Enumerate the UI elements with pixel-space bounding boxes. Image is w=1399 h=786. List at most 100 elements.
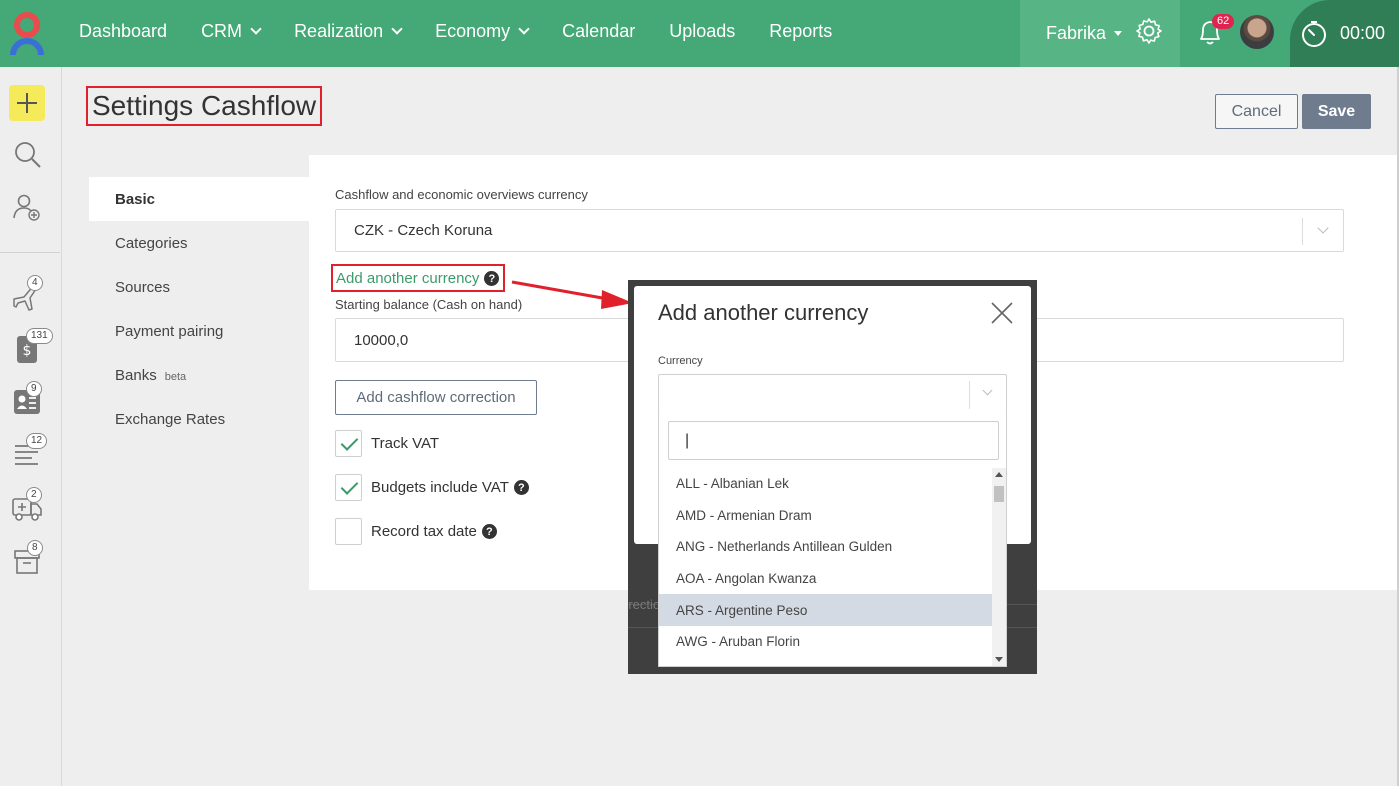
nav-item-label: Dashboard [79,20,168,41]
currency-dropdown: | ALL - Albanian Lek AMD - Armenian Dram A… [658,413,1007,667]
save-button[interactable]: Save [1302,94,1371,129]
settings-menu-item-sources[interactable]: Sources [89,265,309,309]
starting-balance-label: Starting balance (Cash on hand) [335,297,523,312]
add-new-button[interactable] [9,85,45,121]
vehicle-badge: 2 [26,487,42,503]
user-avatar[interactable] [1240,15,1274,49]
plus-icon [17,93,37,113]
settings-menu-label: Categories [115,234,188,252]
chevron-down-icon [518,22,530,35]
timer-value: 00:00 [1340,23,1386,43]
currency-option[interactable]: AWG - Aruban Florin [659,626,992,658]
checkbox-row-budgets-include-vat: Budgets include VAT? [335,474,529,501]
close-icon[interactable] [989,300,1015,326]
notification-badge: 62 [1212,14,1235,29]
currency-option[interactable]: ANG - Netherlands Antillean Gulden [659,531,992,563]
checkbox[interactable] [335,430,362,457]
nav-item-label: CRM [201,20,243,41]
currency-option[interactable]: ARS - Argentine Peso [659,594,992,626]
plane-badge: 4 [27,275,43,291]
add-cashflow-correction-button[interactable]: Add cashflow correction [335,380,537,415]
checkbox[interactable] [335,518,362,545]
nav-item-calendar[interactable]: Calendar [545,21,652,42]
settings-menu-label: Basic [115,190,156,208]
chevron-down-icon [982,385,993,396]
checkbox-label: Record tax date [371,523,477,540]
nav-item-label: Reports [769,20,833,41]
nav-item-label: Economy [435,20,511,41]
currency-select[interactable]: CZK - Czech Koruna [335,209,1344,252]
currency-search-value: | [685,431,690,449]
nav-item-label: Uploads [669,20,736,41]
add-another-currency-link[interactable]: Add another currency ? [331,264,506,292]
nav-item-label: Calendar [562,20,636,41]
modal-title: Add another currency [658,300,869,325]
nav-item-crm[interactable]: CRM [184,21,277,42]
chevron-down-icon [1317,222,1329,234]
annotation-arrow [511,280,633,309]
task-list-badge: 12 [26,433,48,449]
nav-item-label: Realization [294,20,384,41]
page-title: Settings Cashflow [86,86,323,126]
settings-menu-label: Payment pairing [115,322,224,340]
top-navigation-bar: Dashboard CRM Realization Economy Calendar Up… [0,0,1399,67]
nav-item-dashboard[interactable]: Dashboard [62,21,184,42]
chevron-down-icon [391,22,403,35]
background-fragment: rrectio [628,597,661,612]
settings-menu-item-basic[interactable]: Basic [89,177,309,221]
gear-icon[interactable] [1134,16,1164,46]
modal-currency-select[interactable] [658,374,1007,414]
checkbox-row-record-tax-date: Record tax date? [335,518,497,545]
sidebar-divider [0,252,60,253]
help-icon[interactable]: ? [513,480,529,495]
scroll-thumb[interactable] [994,486,1004,502]
left-sidebar: 4 $ 131 9 12 2 8 [0,67,62,786]
checkbox[interactable] [335,474,362,501]
app-logo-icon[interactable] [10,11,44,55]
help-icon[interactable]: ? [481,524,497,539]
currency-option[interactable]: AMD - Armenian Dram [659,500,992,532]
scroll-down-icon[interactable] [995,657,1003,662]
archive-badge: 8 [27,540,43,556]
timer-widget[interactable]: 00:00 [1290,0,1399,67]
main-nav: Dashboard CRM Realization Economy Calendar Up… [62,0,849,62]
currency-select-value: CZK - Czech Koruna [354,222,493,239]
scroll-up-icon[interactable] [995,472,1003,477]
modal-currency-label: Currency [658,355,703,367]
settings-menu-item-banks[interactable]: Banks beta [89,353,309,397]
help-icon[interactable]: ? [484,271,500,286]
stopwatch-icon [1302,20,1326,47]
caret-down-icon [1114,31,1123,36]
settings-menu-item-exchange-rates[interactable]: Exchange Rates [89,397,309,441]
search-icon[interactable] [10,137,44,171]
currency-search-input[interactable]: | [668,421,999,460]
checkbox-row-track-vat: Track VAT [335,430,439,457]
add-currency-link-label: Add another currency [336,270,480,287]
settings-menu-label: Exchange Rates [115,410,226,428]
invoice-badge: 131 [26,328,53,344]
beta-tag: beta [164,370,187,383]
nav-item-economy[interactable]: Economy [418,21,545,42]
settings-menu-label: Sources [115,278,171,296]
nav-item-uploads[interactable]: Uploads [652,21,752,42]
add-user-icon[interactable] [10,190,44,224]
company-name: Fabrika [1046,23,1107,43]
currency-options-list: ALL - Albanian Lek AMD - Armenian Dram ANG… [659,468,992,658]
starting-balance-value: 10000,0 [354,331,409,349]
checkbox-label: Track VAT [371,435,440,452]
nav-item-reports[interactable]: Reports [752,21,849,42]
currency-field-label: Cashflow and economic overviews currency [335,187,588,202]
nav-item-realization[interactable]: Realization [277,21,418,42]
chevron-down-icon [250,22,262,35]
checkbox-label: Budgets include VAT [371,479,509,496]
settings-menu-item-categories[interactable]: Categories [89,221,309,265]
currency-option[interactable]: AOA - Angolan Kwanza [659,563,992,595]
settings-menu-label: Banks [115,366,157,384]
settings-menu-item-payment-pairing[interactable]: Payment pairing [89,309,309,353]
svg-text:$: $ [23,343,32,359]
contacts-badge: 9 [26,381,42,397]
currency-option[interactable]: ALL - Albanian Lek [659,468,992,500]
select-separator [1302,218,1303,245]
dropdown-scrollbar[interactable] [992,468,1006,666]
cancel-button[interactable]: Cancel [1215,94,1298,129]
